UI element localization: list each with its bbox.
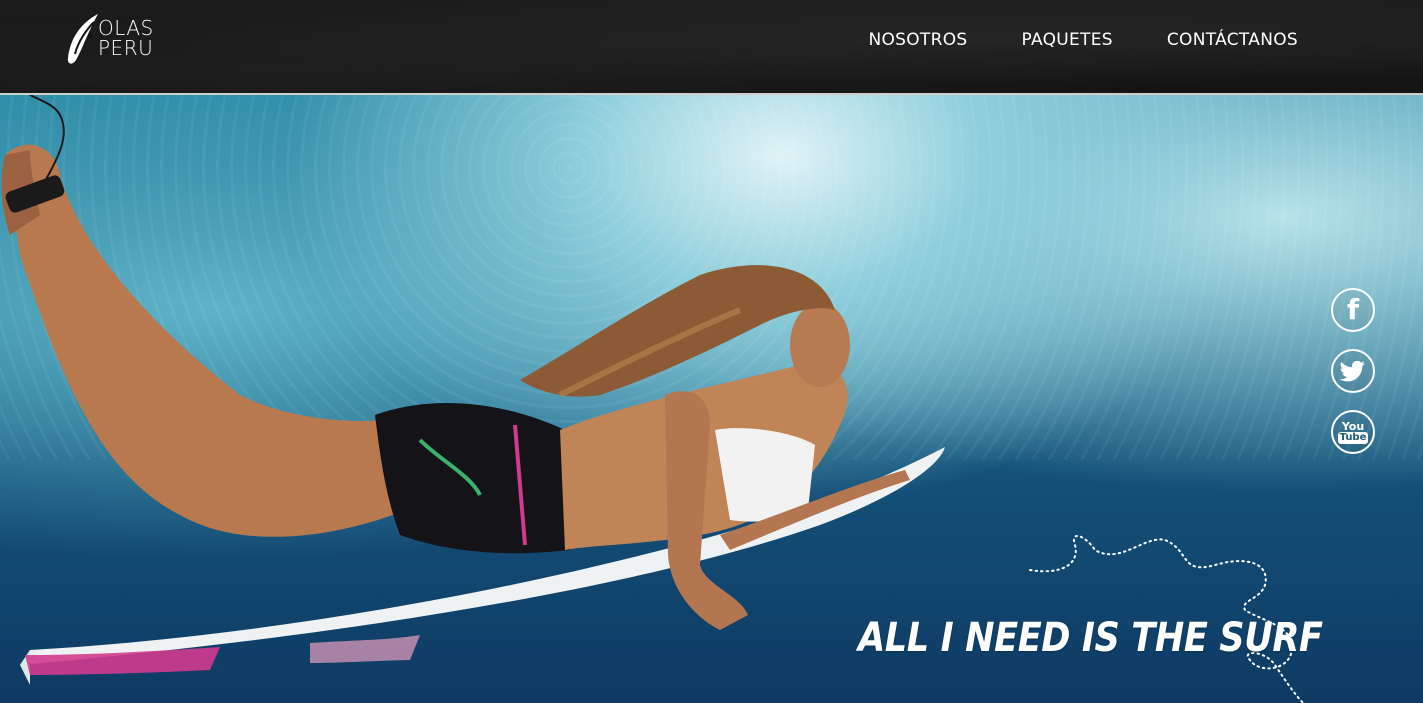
nav-link-paquetes[interactable]: PAQUETES <box>1021 28 1112 52</box>
youtube-icon-top: You <box>1341 419 1365 433</box>
facebook-button[interactable]: f <box>1331 288 1375 332</box>
twitter-button[interactable] <box>1331 349 1375 393</box>
facebook-icon: f <box>1346 293 1360 326</box>
dotted-wave-line <box>1029 535 1305 703</box>
nav-link-contactanos[interactable]: CONTÁCTANOS <box>1167 28 1298 52</box>
site-header: OLAS PERU NOSOTROS PAQUETES CONTÁCTANOS <box>0 0 1423 95</box>
nav-link-nosotros[interactable]: NOSOTROS <box>868 28 967 52</box>
hero-tagline: ALL I NEED IS THE SURF <box>858 615 1323 661</box>
youtube-icon-bottom: Tube <box>1337 431 1369 444</box>
youtube-button[interactable]: You Tube <box>1331 410 1375 454</box>
hero-banner: f You Tube ALL I NEED IS THE SURF <box>0 95 1423 703</box>
main-nav: NOSOTROS PAQUETES CONTÁCTANOS <box>868 28 1298 52</box>
olas-peru-logo[interactable]: OLAS PERU <box>64 12 164 68</box>
logo-text: OLAS PERU <box>98 18 154 58</box>
logo-line-2: PERU <box>98 36 154 60</box>
twitter-icon <box>1340 360 1365 382</box>
logo-line-1: OLAS <box>98 16 154 40</box>
youtube-icon: You Tube <box>1337 419 1369 444</box>
social-links: f You Tube <box>1331 288 1377 471</box>
